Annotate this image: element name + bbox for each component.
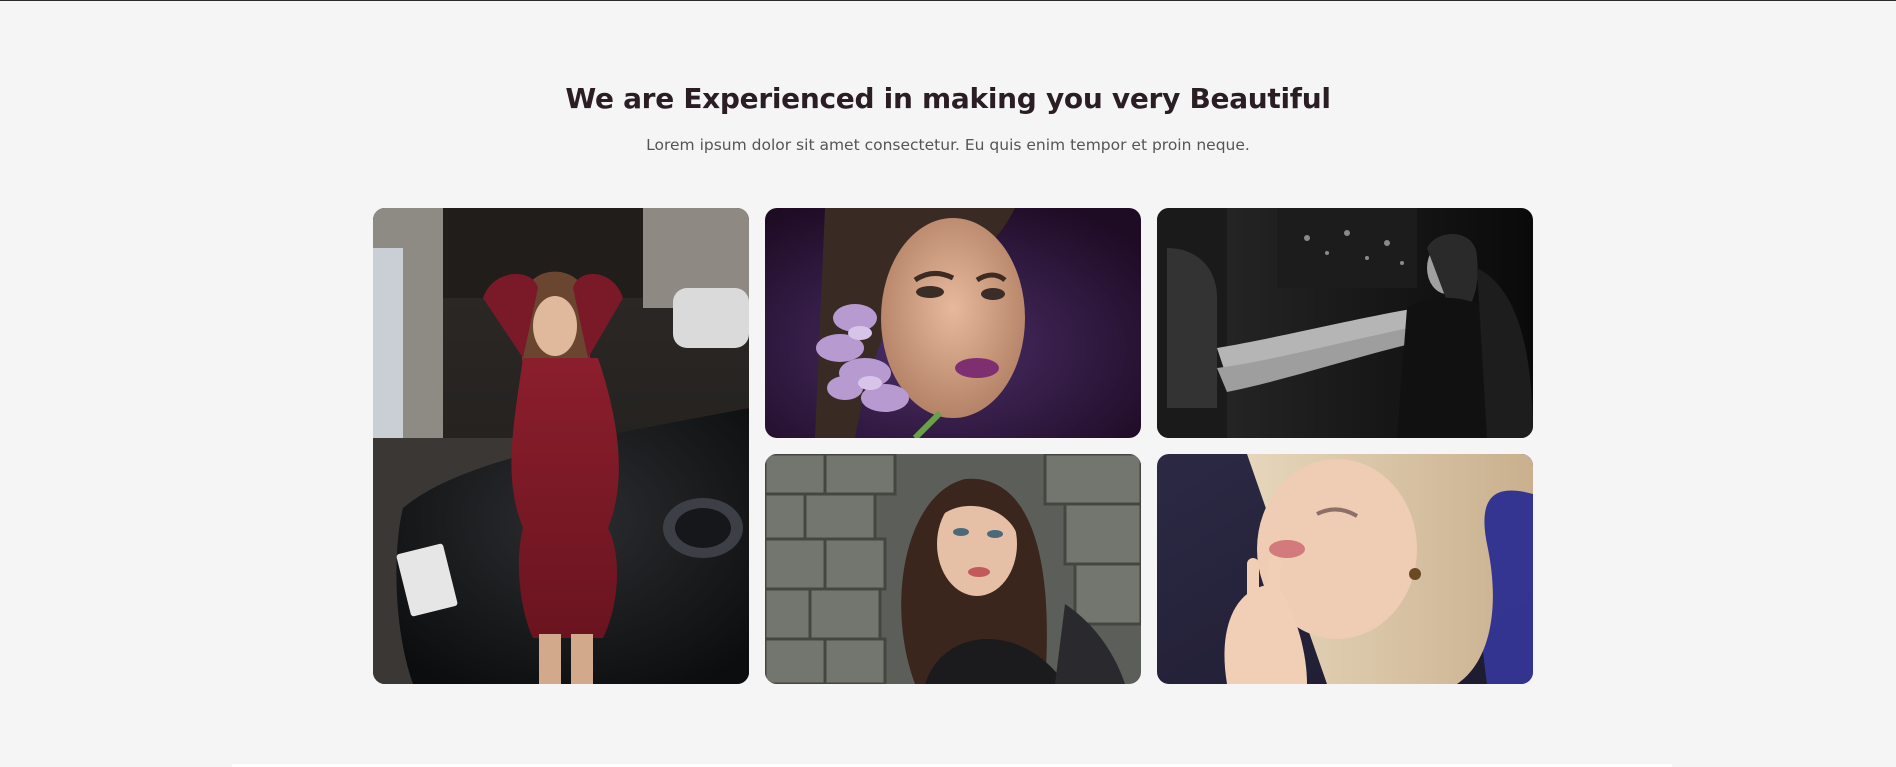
gallery-image-blonde[interactable]	[1157, 454, 1533, 684]
gallery-image-backseat[interactable]	[1157, 208, 1533, 438]
blonde-woman-beauty-photo	[1157, 454, 1533, 684]
woman-red-dress-car-photo	[373, 208, 749, 684]
gallery-image-red-dress[interactable]	[373, 208, 749, 684]
section-subtitle: Lorem ipsum dolor sit amet consectetur. …	[646, 136, 1250, 154]
top-divider	[0, 0, 1896, 1]
gallery-image-makeup[interactable]	[765, 208, 1141, 438]
woman-car-backseat-bw-photo	[1157, 208, 1533, 438]
section-title: We are Experienced in making you very Be…	[565, 82, 1331, 115]
woman-purple-flower-makeup-photo	[765, 208, 1141, 438]
gallery-image-brick-wall[interactable]	[765, 454, 1141, 684]
woman-brick-wall-portrait-photo	[765, 454, 1141, 684]
